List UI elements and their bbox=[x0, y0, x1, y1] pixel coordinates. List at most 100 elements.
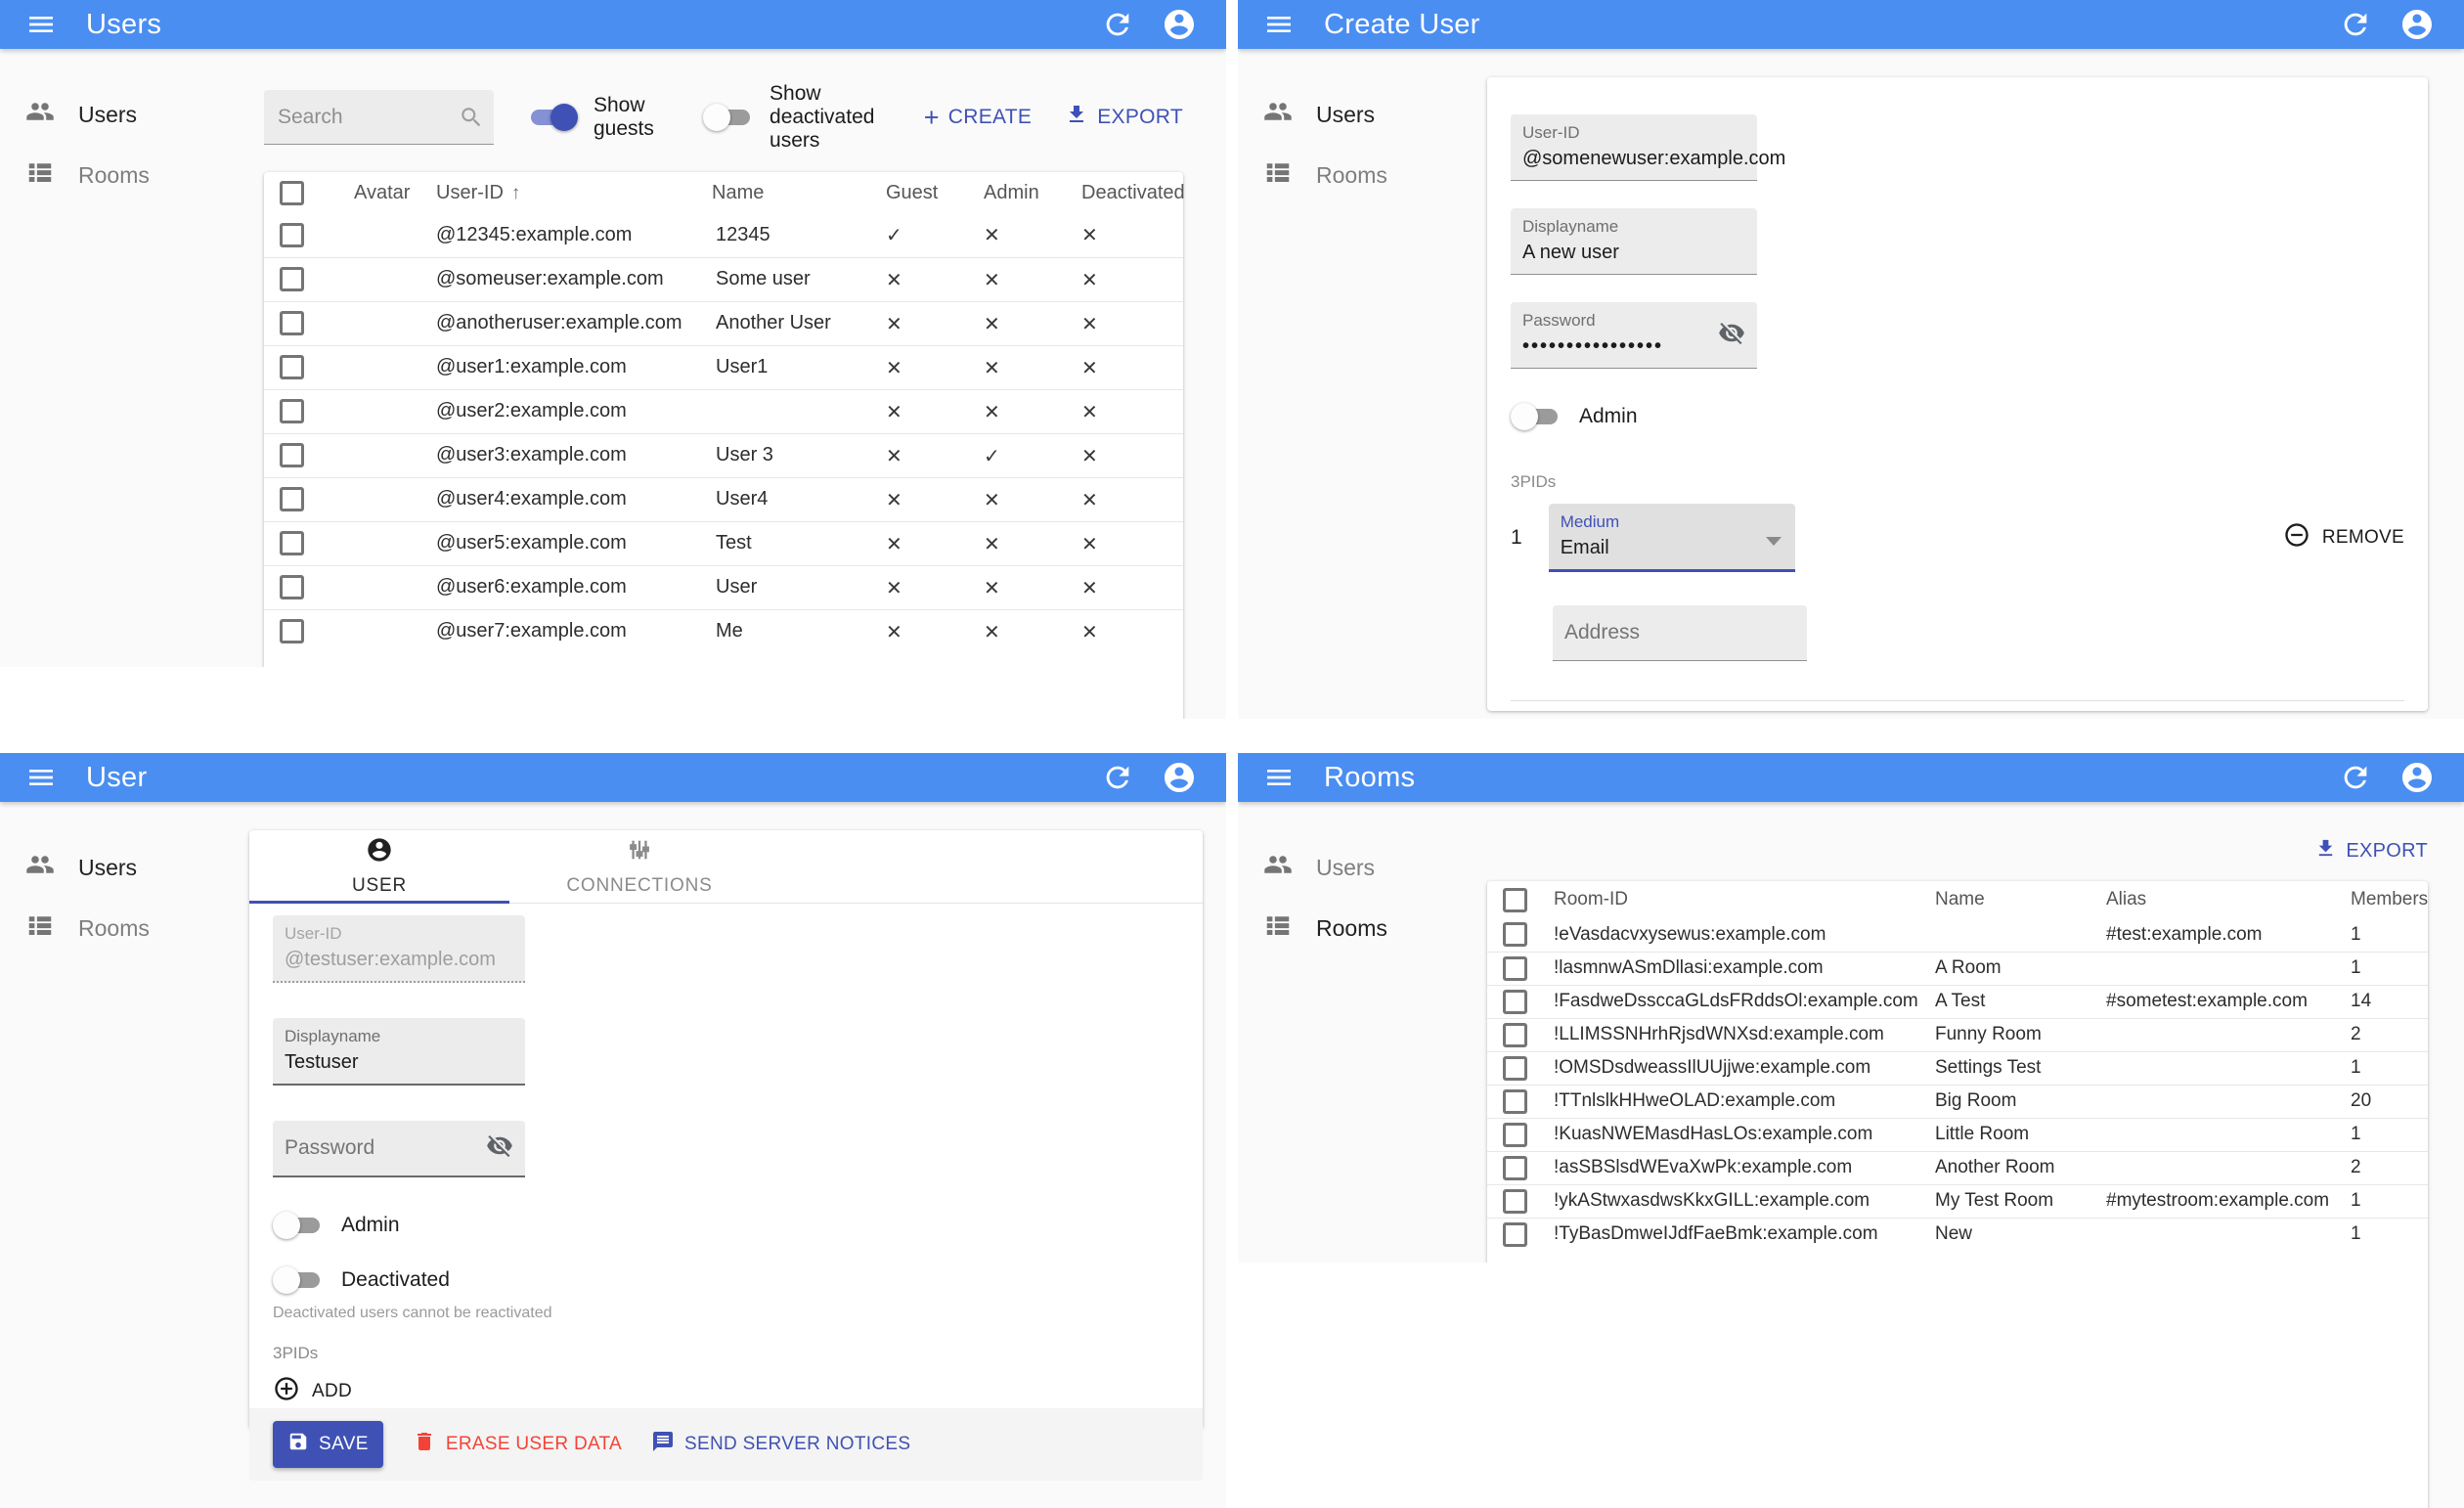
row-checkbox[interactable] bbox=[279, 575, 304, 599]
account-icon[interactable] bbox=[1162, 7, 1197, 42]
row-checkbox[interactable] bbox=[279, 487, 304, 511]
send-server-notices-button[interactable]: SEND SERVER NOTICES bbox=[651, 1430, 910, 1459]
row-checkbox[interactable] bbox=[1502, 955, 1527, 981]
sidebar-item-rooms[interactable]: Rooms bbox=[0, 898, 249, 958]
sidebar-item-users[interactable]: Users bbox=[0, 837, 249, 898]
row-checkbox[interactable] bbox=[279, 267, 304, 291]
menu-icon[interactable] bbox=[25, 762, 57, 793]
row-checkbox[interactable] bbox=[1502, 1155, 1527, 1180]
guest-mark: ✕ bbox=[886, 311, 902, 335]
name-cell: Me bbox=[716, 620, 743, 643]
table-row[interactable]: @user3:example.com User 3 ✕ ✓ ✕ bbox=[264, 433, 1183, 477]
row-checkbox[interactable] bbox=[279, 399, 304, 423]
user-id-field[interactable]: User-ID @somenewuser:example.com bbox=[1511, 114, 1785, 181]
table-row[interactable]: !LLIMSSNHrhRjsdWNXsd:example.com Funny Ro… bbox=[1487, 1018, 2428, 1051]
address-input[interactable] bbox=[1564, 621, 1795, 644]
erase-user-data-button[interactable]: ERASE USER DATA bbox=[413, 1430, 622, 1459]
export-button[interactable]: EXPORT bbox=[1065, 103, 1183, 132]
medium-select[interactable]: Medium Email bbox=[1548, 504, 1795, 572]
table-row[interactable]: !lasmnwASmDllasi:example.com A Room 1 bbox=[1487, 952, 2428, 985]
displayname-field[interactable]: Displayname Testuser bbox=[273, 1018, 525, 1086]
row-checkbox[interactable] bbox=[279, 619, 304, 644]
displayname-value: Testuser bbox=[285, 1051, 359, 1073]
row-checkbox[interactable] bbox=[1502, 1188, 1527, 1214]
refresh-icon[interactable] bbox=[2339, 8, 2372, 41]
deactivated-toggle[interactable] bbox=[273, 1265, 324, 1295]
sidebar-item-rooms[interactable]: Rooms bbox=[1238, 898, 1487, 958]
visibility-off-icon[interactable] bbox=[1718, 319, 1745, 351]
table-row[interactable]: !eVasdacvxysewus:example.com #test:exampl… bbox=[1487, 918, 2428, 952]
menu-icon[interactable] bbox=[1263, 762, 1295, 793]
table-row[interactable]: @someuser:example.com Some user ✕ ✕ ✕ bbox=[264, 257, 1183, 301]
row-checkbox[interactable] bbox=[1502, 1122, 1527, 1147]
table-row[interactable]: @user2:example.com ✕ ✕ ✕ bbox=[264, 389, 1183, 433]
export-button[interactable]: EXPORT bbox=[2314, 837, 2428, 865]
sidebar-item-rooms[interactable]: Rooms bbox=[1238, 145, 1487, 205]
pagination-page[interactable]: 25 bbox=[0, 667, 1054, 719]
col-user-id[interactable]: User-ID ↑ bbox=[420, 172, 700, 213]
table-row[interactable]: !KuasNWEMasdHasLOs:example.com Little Roo… bbox=[1487, 1118, 2428, 1151]
show-deactivated-toggle[interactable] bbox=[703, 103, 754, 132]
save-button[interactable]: SAVE bbox=[273, 1421, 383, 1468]
admin-toggle[interactable] bbox=[273, 1211, 324, 1240]
row-checkbox[interactable] bbox=[279, 222, 304, 247]
table-row[interactable]: @user1:example.com User1 ✕ ✕ ✕ bbox=[264, 345, 1183, 389]
members-cell: 1 bbox=[2351, 1124, 2361, 1144]
col-room-id[interactable]: Room-ID bbox=[1542, 881, 1923, 918]
sidebar-item-users[interactable]: Users bbox=[0, 84, 264, 145]
threepid-index: 1 bbox=[1511, 526, 1522, 549]
tab-user[interactable]: USER bbox=[249, 830, 509, 903]
select-all-checkbox[interactable] bbox=[1502, 887, 1527, 912]
table-row[interactable]: @user7:example.com Me ✕ ✕ ✕ bbox=[264, 609, 1183, 653]
select-all-checkbox[interactable] bbox=[279, 180, 304, 205]
create-button[interactable]: + CREATE bbox=[924, 105, 1033, 131]
sidebar-item-users[interactable]: Users bbox=[1238, 837, 1487, 898]
row-checkbox[interactable] bbox=[1502, 1221, 1527, 1247]
row-checkbox[interactable] bbox=[279, 355, 304, 379]
table-row[interactable]: !FasdweDssccaGLdsFRddsOl:example.com A Te… bbox=[1487, 985, 2428, 1018]
row-checkbox[interactable] bbox=[279, 443, 304, 467]
row-checkbox[interactable] bbox=[1502, 1088, 1527, 1114]
admin-mark: ✕ bbox=[984, 223, 1000, 247]
table-row[interactable]: !TTnlslkHHweOLAD:example.com Big Room 20 bbox=[1487, 1085, 2428, 1118]
password-field[interactable]: Password bbox=[273, 1121, 525, 1177]
table-row[interactable]: !asSBSlsdWEvaXwPk:example.com Another Roo… bbox=[1487, 1151, 2428, 1184]
table-row[interactable]: @user6:example.com User ✕ ✕ ✕ bbox=[264, 565, 1183, 609]
tab-connections[interactable]: CONNECTIONS bbox=[509, 830, 770, 903]
table-row[interactable]: @user5:example.com Test ✕ ✕ ✕ bbox=[264, 521, 1183, 565]
row-checkbox[interactable] bbox=[1502, 989, 1527, 1014]
displayname-field[interactable]: Displayname A new user bbox=[1511, 208, 1757, 275]
add-button[interactable]: ADD bbox=[273, 1375, 1179, 1408]
table-row[interactable]: @12345:example.com 12345 ✓ ✕ ✕ bbox=[264, 213, 1183, 257]
account-icon[interactable] bbox=[1162, 760, 1197, 795]
row-checkbox[interactable] bbox=[279, 311, 304, 335]
menu-icon[interactable] bbox=[25, 9, 57, 40]
pagination-page[interactable]: 9 bbox=[1238, 1263, 2301, 1508]
remove-button[interactable]: REMOVE bbox=[2283, 521, 2404, 554]
table-row[interactable]: !ykAStwxasdwsKkxGILL:example.com My Test … bbox=[1487, 1184, 2428, 1218]
table-row[interactable]: @user4:example.com User4 ✕ ✕ ✕ bbox=[264, 477, 1183, 521]
row-checkbox[interactable] bbox=[279, 531, 304, 555]
refresh-icon[interactable] bbox=[1101, 761, 1134, 794]
table-row[interactable]: !TyBasDmweIJdfFaeBmk:example.com New 1 bbox=[1487, 1218, 2428, 1251]
refresh-icon[interactable] bbox=[2339, 761, 2372, 794]
show-guests-toggle[interactable] bbox=[527, 103, 578, 132]
account-icon[interactable] bbox=[2399, 760, 2435, 795]
row-checkbox[interactable] bbox=[1502, 1055, 1527, 1081]
account-icon[interactable] bbox=[2399, 7, 2435, 42]
sidebar-item-users[interactable]: Users bbox=[1238, 84, 1487, 145]
name-cell: Some user bbox=[716, 268, 811, 289]
menu-icon[interactable] bbox=[1263, 9, 1295, 40]
table-row[interactable]: !OMSDsdweassIlUUjjwe:example.com Settings… bbox=[1487, 1051, 2428, 1085]
sidebar-item-rooms[interactable]: Rooms bbox=[0, 145, 264, 205]
visibility-off-icon[interactable] bbox=[486, 1132, 513, 1165]
table-row[interactable]: @anotheruser:example.com Another User ✕ ✕ ✕ bbox=[264, 301, 1183, 345]
admin-toggle[interactable] bbox=[1511, 402, 1562, 431]
refresh-icon[interactable] bbox=[1101, 8, 1134, 41]
rooms-pagination: Rows per page: 10 ▾ 1-10 of 90 12…9 NEXT… bbox=[1238, 1251, 2428, 1508]
table-header-row: Room-ID Name Alias Members bbox=[1487, 881, 2428, 918]
row-checkbox[interactable] bbox=[1502, 922, 1527, 948]
guest-mark: ✕ bbox=[886, 531, 902, 555]
password-field[interactable]: Password •••••••••••••••• bbox=[1511, 302, 1757, 369]
row-checkbox[interactable] bbox=[1502, 1022, 1527, 1047]
